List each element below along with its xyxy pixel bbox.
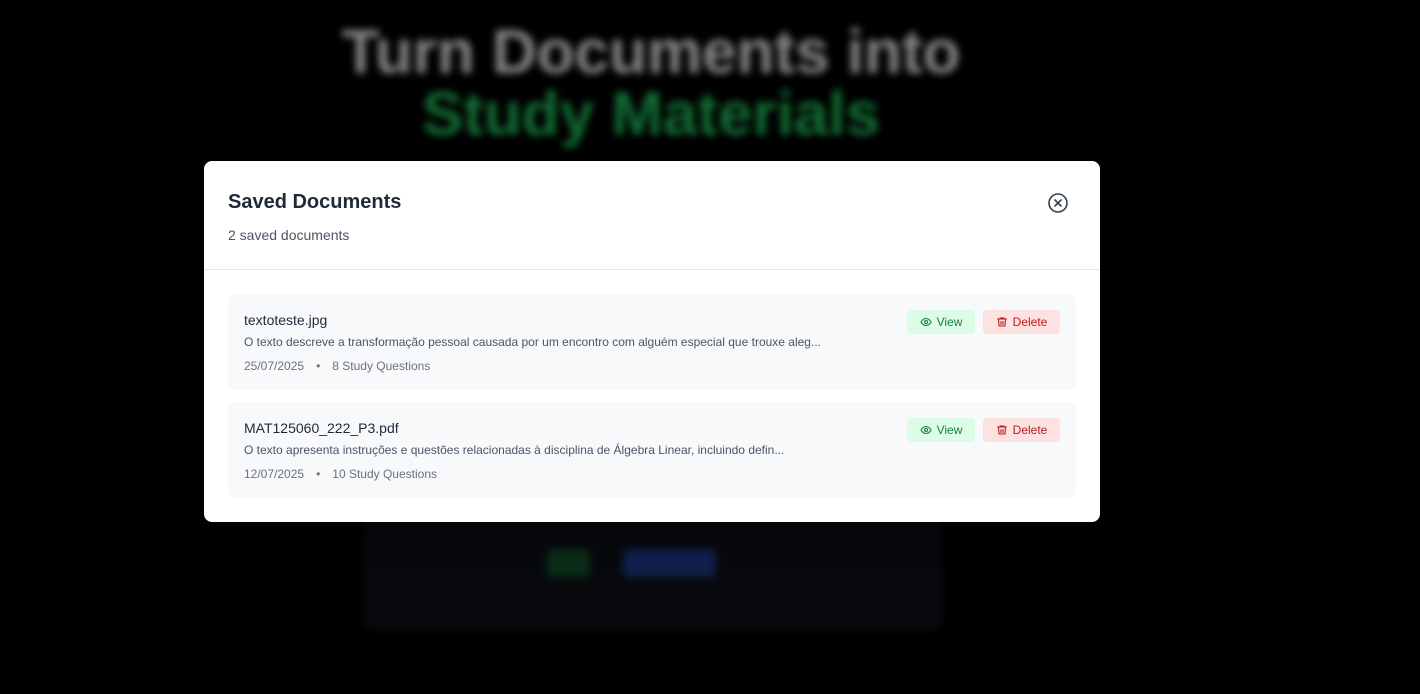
view-button-label: View	[936, 315, 963, 329]
pdf-chip	[547, 549, 591, 577]
modal-subtitle: 2 saved documents	[228, 227, 350, 243]
delete-button[interactable]: Delete	[983, 310, 1060, 334]
close-circle-icon	[1048, 193, 1068, 213]
hero-title-line2: Study Materials	[421, 80, 881, 149]
close-button[interactable]	[1046, 191, 1070, 215]
view-button-label: View	[936, 423, 963, 437]
document-meta: 12/07/2025 • 10 Study Questions	[244, 467, 437, 481]
modal-header: Saved Documents 2 saved documents	[204, 161, 1100, 270]
document-summary: O texto apresenta instruções e questões …	[244, 443, 785, 457]
modal-title: Saved Documents	[228, 191, 402, 213]
hero-title: Turn Documents into Study Materials	[0, 22, 1302, 146]
document-question-count: 8 Study Questions	[332, 359, 431, 373]
view-button[interactable]: View	[907, 418, 975, 442]
trash-icon	[996, 425, 1007, 435]
document-name[interactable]: textoteste.jpg	[244, 312, 327, 328]
saved-documents-modal: Saved Documents 2 saved documents textot…	[204, 161, 1100, 522]
images-chip	[623, 549, 717, 577]
document-date: 12/07/2025	[244, 467, 305, 481]
document-question-count: 10 Study Questions	[332, 467, 437, 481]
document-item: textoteste.jpg O texto descreve a transf…	[228, 294, 1076, 390]
delete-button-label: Delete	[1012, 423, 1048, 437]
meta-separator: •	[316, 359, 321, 373]
view-button[interactable]: View	[907, 310, 975, 334]
delete-button-label: Delete	[1012, 315, 1048, 329]
delete-button[interactable]: Delete	[983, 418, 1060, 442]
document-name[interactable]: MAT125060_222_P3.pdf	[244, 420, 399, 436]
eye-icon	[920, 425, 932, 435]
trash-icon	[996, 317, 1007, 327]
document-meta: 25/07/2025 • 8 Study Questions	[244, 359, 430, 373]
meta-separator: •	[316, 467, 321, 481]
document-summary: O texto descreve a transformação pessoal…	[244, 335, 821, 349]
document-item: MAT125060_222_P3.pdf O texto apresenta i…	[228, 402, 1076, 498]
document-date: 25/07/2025	[244, 359, 305, 373]
hero-title-line1: Turn Documents into	[341, 18, 961, 87]
eye-icon	[920, 317, 932, 327]
